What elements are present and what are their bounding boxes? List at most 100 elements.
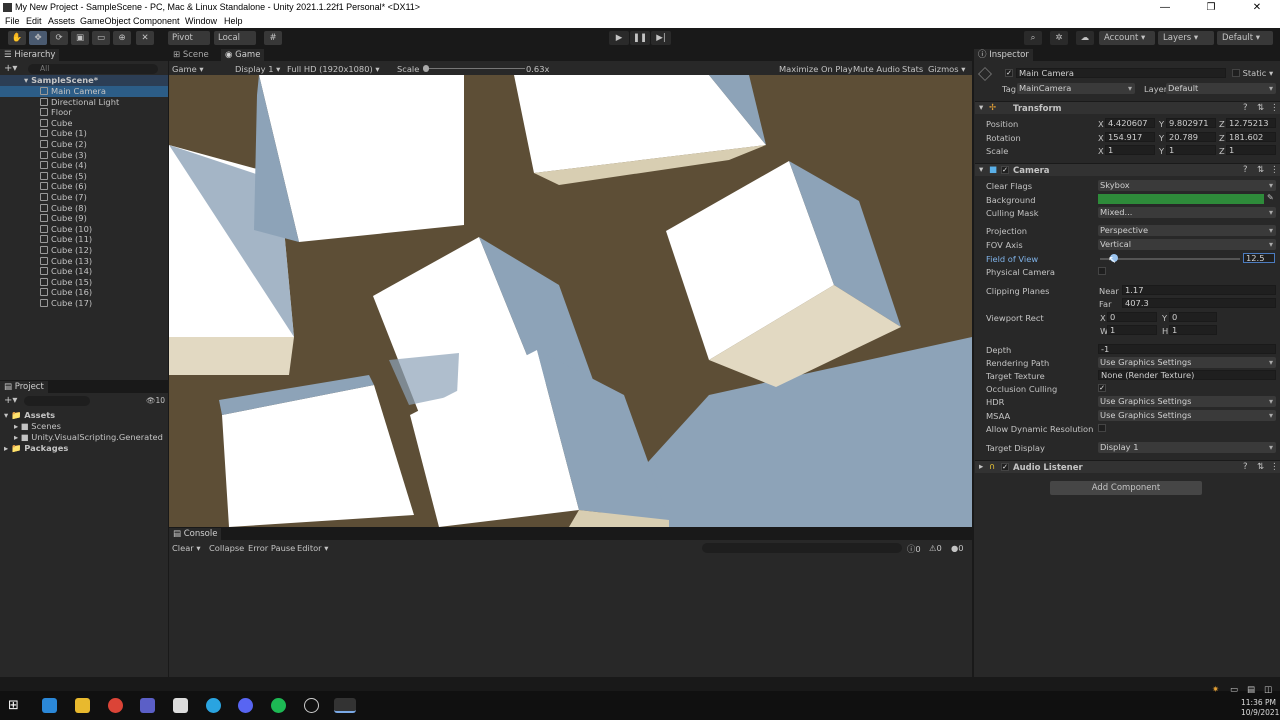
transform-y-field[interactable]: 1 (1166, 145, 1216, 155)
hierarchy-item[interactable]: Cube (17) (0, 298, 168, 309)
hierarchy-item[interactable]: Cube (1) (0, 128, 168, 139)
scale-slider-handle[interactable] (423, 65, 429, 72)
transform-z-field[interactable]: 12.75213 (1226, 118, 1276, 128)
hierarchy-item[interactable]: Cube (0, 118, 168, 129)
static-toggle[interactable]: Static ▾ (1232, 68, 1273, 78)
hierarchy-item[interactable]: Cube (9) (0, 213, 168, 224)
tree-packages[interactable]: ▸ 📁 Packages (0, 443, 168, 454)
eyedropper-icon[interactable]: ✎ (1267, 193, 1274, 202)
layers-dropdown[interactable]: Layers ▾ (1158, 31, 1214, 45)
unity-hub-icon[interactable] (173, 698, 188, 713)
warning-count[interactable]: ⚠0 (929, 543, 942, 553)
transform-header[interactable]: ▾ ✢ Transform ? ⇅ ⋮ (975, 101, 1280, 114)
windows-start-icon[interactable]: ⊞ (8, 698, 23, 713)
custom-tool-icon[interactable]: ✕ (136, 31, 154, 45)
layout-dropdown[interactable]: Default ▾ (1217, 31, 1273, 45)
resolution-dropdown[interactable]: Full HD (1920x1080) ▾ (287, 64, 380, 74)
error-count[interactable]: ●0 (951, 543, 964, 553)
culling-mask-dropdown[interactable]: Mixed... (1098, 207, 1276, 218)
pivot-toggle[interactable]: Pivot (168, 31, 210, 45)
preset-icon[interactable]: ⇅ (1257, 165, 1264, 175)
foldout-arrow-icon[interactable]: ▸ (979, 462, 983, 472)
game-mode-dropdown[interactable]: Game ▾ (172, 64, 204, 74)
menu-help[interactable]: Help (224, 16, 243, 26)
help-icon[interactable]: ? (1243, 103, 1248, 113)
scale-tool-icon[interactable]: ▣ (71, 31, 89, 45)
hierarchy-search-input[interactable]: All (28, 64, 158, 74)
hierarchy-item[interactable]: Cube (10) (0, 224, 168, 235)
menu-window[interactable]: Window (185, 16, 217, 26)
vscode-icon[interactable] (42, 698, 57, 713)
error-pause-toggle[interactable]: Error Pause (248, 543, 295, 553)
pause-button-icon[interactable]: ❚❚ (630, 31, 650, 45)
console-clear-button[interactable]: Clear ▾ (172, 543, 201, 553)
step-button-icon[interactable]: ▶| (651, 31, 671, 45)
tree-scenes[interactable]: ▸ ■ Scenes (0, 421, 168, 432)
hierarchy-item[interactable]: Cube (14) (0, 266, 168, 277)
tree-visualscripting[interactable]: ▸ ■ Unity.VisualScripting.Generated (0, 432, 168, 443)
transform-x-field[interactable]: 154.917 (1105, 131, 1155, 142)
audio-listener-header[interactable]: ▸ ∩ ✓ Audio Listener ? ⇅ ⋮ (975, 460, 1280, 473)
app-icon[interactable] (206, 698, 221, 713)
active-checkbox[interactable]: ✓ (1005, 69, 1013, 77)
unity-icon[interactable] (304, 698, 319, 713)
search-icon[interactable]: ⌕ (1024, 31, 1042, 45)
console-search-input[interactable] (702, 543, 902, 553)
kebab-menu-icon[interactable]: ⋮ (1270, 165, 1279, 175)
viewport-y-field[interactable]: 0 (1169, 312, 1217, 322)
clock-date[interactable]: 10/9/2021 (1241, 708, 1279, 717)
menu-file[interactable]: File (5, 16, 20, 26)
move-tool-icon[interactable]: ✥ (29, 31, 47, 45)
hierarchy-item[interactable]: Cube (5) (0, 171, 168, 182)
mute-audio-toggle[interactable]: Mute Audio (853, 64, 900, 74)
tab-console[interactable]: ▤ Console (169, 528, 222, 540)
transform-x-field[interactable]: 4.420607 (1105, 118, 1155, 128)
project-search-input[interactable] (24, 396, 90, 406)
scale-slider[interactable] (425, 68, 525, 69)
hand-tool-icon[interactable]: ✋ (8, 31, 26, 45)
menu-gameobject[interactable]: GameObject (80, 16, 131, 26)
collab-icon[interactable]: ✲ (1050, 31, 1068, 45)
near-field[interactable]: 1.17 (1122, 285, 1276, 295)
project-add-button[interactable]: +▾ (4, 395, 17, 406)
target-display-dropdown[interactable]: Display 1 (1098, 442, 1276, 453)
tray-volume-icon[interactable]: ▤ (1247, 685, 1255, 695)
gizmos-dropdown[interactable]: Gizmos ▾ (928, 64, 965, 74)
hierarchy-item[interactable]: Cube (6) (0, 181, 168, 192)
hierarchy-item[interactable]: Cube (3) (0, 150, 168, 161)
depth-field[interactable]: -1 (1098, 344, 1276, 354)
add-component-button[interactable]: Add Component (1050, 481, 1202, 495)
hierarchy-item[interactable]: Cube (4) (0, 160, 168, 171)
tab-scene[interactable]: ⊞ Scene (169, 49, 213, 61)
preset-icon[interactable]: ⇅ (1257, 462, 1264, 472)
tree-assets[interactable]: ▾ 📁 Assets (0, 410, 168, 421)
teams-icon[interactable] (140, 698, 155, 713)
msaa-dropdown[interactable]: Use Graphics Settings (1098, 410, 1276, 421)
physical-camera-checkbox[interactable] (1098, 267, 1106, 275)
add-object-button[interactable]: +▾ (4, 63, 17, 74)
tab-game[interactable]: ◉ Game (221, 49, 265, 61)
hdr-dropdown[interactable]: Use Graphics Settings (1098, 396, 1276, 407)
discord-icon[interactable] (238, 698, 253, 713)
viewport-x-field[interactable]: 0 (1107, 312, 1157, 322)
transform-y-field[interactable]: 9.802971 (1166, 118, 1216, 128)
viewport-h-field[interactable]: 1 (1169, 325, 1217, 335)
tray-icon[interactable]: ✷ (1212, 685, 1219, 695)
kebab-menu-icon[interactable]: ⋮ (1270, 103, 1279, 113)
local-toggle[interactable]: Local (214, 31, 256, 45)
rect-tool-icon[interactable]: ▭ (92, 31, 110, 45)
transform-y-field[interactable]: 20.789 (1166, 131, 1216, 142)
spotify-icon[interactable] (271, 698, 286, 713)
hierarchy-item[interactable]: Cube (11) (0, 234, 168, 245)
audio-listener-checkbox[interactable]: ✓ (1001, 463, 1009, 471)
maximize-button[interactable]: ❐ (1188, 0, 1234, 15)
fov-axis-dropdown[interactable]: Vertical (1098, 239, 1276, 250)
game-render-view[interactable] (169, 75, 972, 527)
tab-project[interactable]: ▤ Project (0, 381, 48, 393)
object-name-field[interactable]: Main Camera (1016, 68, 1226, 78)
minimize-button[interactable]: — (1142, 0, 1188, 15)
hierarchy-item[interactable]: Cube (2) (0, 139, 168, 150)
projection-dropdown[interactable]: Perspective (1098, 225, 1276, 236)
collapse-toggle[interactable]: Collapse (209, 543, 244, 553)
hierarchy-item[interactable]: Main Camera (0, 86, 168, 97)
